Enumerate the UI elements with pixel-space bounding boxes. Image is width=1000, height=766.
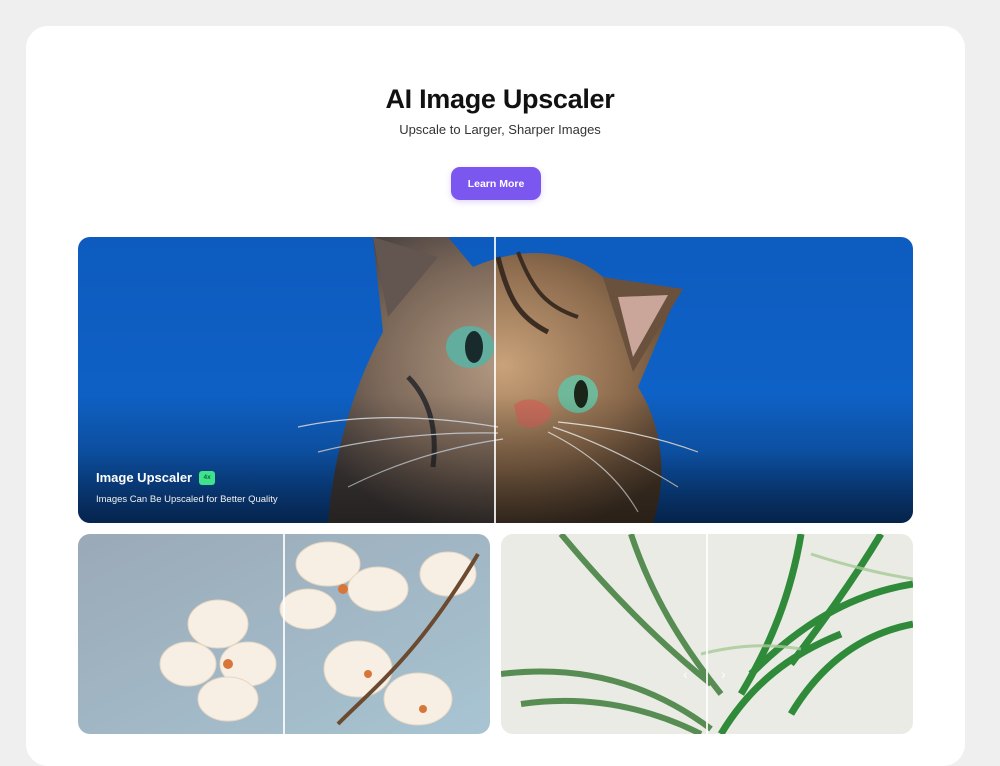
chevron-right-icon[interactable]: ›	[721, 666, 726, 682]
hero-caption: Image Upscaler 4x Images Can Be Upscaled…	[96, 470, 596, 505]
learn-more-button[interactable]: Learn More	[451, 167, 541, 200]
compare-divider[interactable]	[283, 534, 285, 734]
hero-description: Images Can Be Upscaled for Better Qualit…	[96, 494, 278, 505]
chevron-left-icon[interactable]: ‹	[683, 666, 688, 682]
page-subtitle: Upscale to Larger, Sharper Images	[399, 122, 601, 137]
upscale-badge: 4x	[199, 470, 216, 485]
flower-comparison-image[interactable]	[78, 534, 490, 734]
compare-divider[interactable]	[706, 534, 708, 734]
page-title: AI Image Upscaler	[385, 84, 615, 114]
hero-title: Image Upscaler	[96, 470, 193, 485]
plant-comparison-image[interactable]: ‹ ›	[501, 534, 913, 734]
